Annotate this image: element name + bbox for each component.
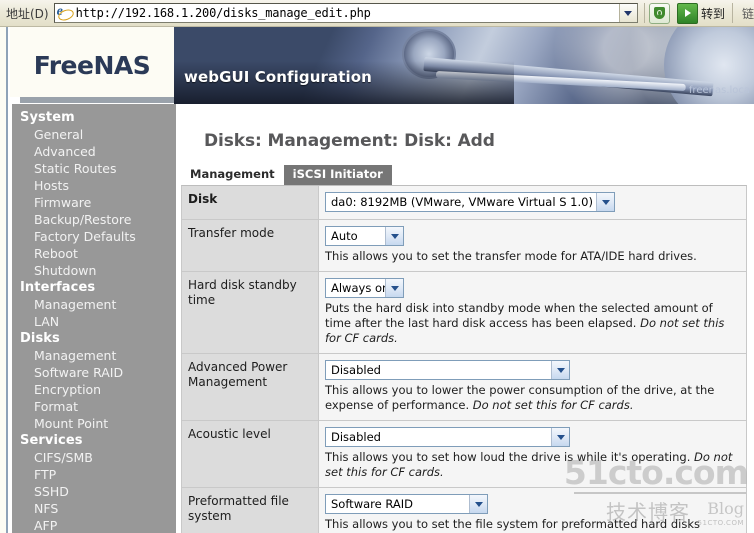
sidebar-group-services: Services (20, 433, 83, 448)
field-acoustic: Disabled This allows you to set how loud… (318, 420, 746, 488)
screen-root: 地址(D) e http://192.168.1.200/disks_manag… (0, 0, 754, 533)
apm-select-value: Disabled (331, 363, 381, 377)
label-transfer-mode: Transfer mode (182, 219, 319, 272)
sidebar-item-interfaces-management[interactable]: Management (12, 296, 176, 313)
sidebar-item-afp[interactable]: AFP (12, 517, 176, 533)
description-preformatted: This allows you to set the file system f… (325, 517, 726, 533)
sidebar-item-mount-point[interactable]: Mount Point (12, 415, 176, 432)
label-preformatted: Preformatted file system (182, 487, 319, 533)
sidebar-group-disks: Disks (20, 331, 60, 346)
sidebar-item-general[interactable]: General (12, 126, 176, 143)
sidebar-item-reboot[interactable]: Reboot (12, 245, 176, 262)
tab-management[interactable]: Management (181, 165, 284, 185)
address-bar-label: 地址(D) (6, 6, 49, 21)
transfer-mode-select[interactable]: Auto (325, 226, 404, 246)
banner-hostname: freenas.loca (688, 85, 750, 96)
sidebar-group-interfaces: Interfaces (20, 280, 96, 295)
chevron-down-icon (469, 495, 487, 513)
description-acoustic-text: This allows you to set how loud the driv… (325, 450, 691, 464)
sidebar-nav: System General Advanced Static Routes Ho… (12, 104, 176, 533)
sidebar-item-firmware[interactable]: Firmware (12, 194, 176, 211)
description-apm-warning: Do not set this for CF cards. (472, 398, 634, 412)
acoustic-select-value: Disabled (331, 430, 381, 444)
description-standby-time: Puts the hard disk into standby mode whe… (325, 301, 740, 346)
chevron-down-icon (551, 361, 569, 379)
sidebar-item-software-raid[interactable]: Software RAID (12, 364, 176, 381)
sidebar-item-cifs-smb[interactable]: CIFS/SMB (12, 449, 176, 466)
sidebar-item-nfs[interactable]: NFS (12, 500, 176, 517)
internet-explorer-icon: e (56, 4, 75, 23)
page-left-rail (0, 27, 8, 533)
sidebar-item-static-routes[interactable]: Static Routes (12, 160, 176, 177)
freenas-logo: FreeNAS (10, 27, 174, 97)
toolbar-divider (643, 3, 645, 23)
label-acoustic: Acoustic level (182, 420, 319, 488)
field-apm: Disabled This allows you to lower the po… (318, 353, 746, 421)
page-body: FreeNAS webGUI Configuration freenas.loc… (0, 27, 754, 533)
content-area: Disks: Management: Disk: Add Management … (176, 104, 754, 533)
sidebar-item-backup-restore[interactable]: Backup/Restore (12, 211, 176, 228)
sidebar-item-shutdown[interactable]: Shutdown (12, 262, 176, 279)
description-transfer-mode: This allows you to set the transfer mode… (325, 249, 697, 263)
standby-time-select-value: Always on (331, 281, 385, 295)
transfer-mode-select-value: Auto (331, 229, 358, 243)
banner-harddisk-image: webGUI Configuration freenas.loca (174, 27, 754, 104)
disk-add-form-table: Disk da0: 8192MB (VMware, VMware Virtual… (182, 186, 746, 533)
sidebar-item-sshd[interactable]: SSHD (12, 483, 176, 500)
tab-bar: Management iSCSI Initiator (176, 164, 754, 185)
sidebar-group-system: System (20, 110, 75, 125)
sidebar-item-format[interactable]: Format (12, 398, 176, 415)
apm-select[interactable]: Disabled (325, 360, 570, 380)
description-apm: This allows you to lower the power consu… (325, 383, 740, 413)
banner-title: webGUI Configuration (184, 68, 372, 86)
logo-underline (20, 97, 174, 103)
table-row-transfer-mode: Transfer mode Auto This allows you to se… (182, 219, 746, 272)
label-standby-time: Hard disk standby time (182, 271, 319, 354)
label-disk: Disk (182, 186, 319, 220)
preformatted-select-value: Software RAID (331, 497, 413, 511)
go-arrow-icon (676, 2, 698, 24)
chevron-down-icon (385, 279, 403, 297)
standby-time-select[interactable]: Always on (325, 278, 404, 298)
chevron-down-icon (385, 227, 403, 245)
sidebar-item-encryption[interactable]: Encryption (12, 381, 176, 398)
label-apm: Advanced Power Management (182, 353, 319, 421)
table-row-acoustic: Acoustic level Disabled This allows you … (182, 420, 746, 488)
sidebar-item-ftp[interactable]: FTP (12, 466, 176, 483)
sidebar-item-disks-management[interactable]: Management (12, 347, 176, 364)
links-toolbar-label[interactable]: 链 (737, 5, 754, 22)
preformatted-select[interactable]: Software RAID (325, 494, 488, 514)
sidebar-item-lan[interactable]: LAN (12, 313, 176, 330)
table-row-preformatted: Preformatted file system Software RAID T… (182, 487, 746, 533)
url-dropdown-icon[interactable] (618, 4, 637, 22)
field-preformatted: Software RAID This allows you to set the… (318, 487, 746, 533)
field-transfer-mode: Auto This allows you to set the transfer… (318, 219, 746, 272)
sidebar-item-factory-defaults[interactable]: Factory Defaults (12, 228, 176, 245)
security-shield-icon[interactable] (648, 2, 670, 24)
go-button[interactable]: 转到 (674, 2, 728, 24)
url-input[interactable]: e http://192.168.1.200/disks_manage_edit… (53, 3, 638, 23)
field-standby-time: Always on Puts the hard disk into standb… (318, 271, 746, 354)
browser-address-bar: 地址(D) e http://192.168.1.200/disks_manag… (0, 0, 754, 27)
site-banner: FreeNAS webGUI Configuration freenas.loc… (10, 27, 754, 104)
disk-select-value: da0: 8192MB (VMware, VMware Virtual S 1.… (331, 195, 593, 209)
acoustic-select[interactable]: Disabled (325, 427, 570, 447)
freenas-logo-text: FreeNAS (33, 50, 151, 80)
table-row-disk: Disk da0: 8192MB (VMware, VMware Virtual… (182, 186, 746, 220)
sidebar-item-advanced[interactable]: Advanced (12, 143, 176, 160)
disk-select[interactable]: da0: 8192MB (VMware, VMware Virtual S 1.… (325, 192, 615, 212)
page-title: Disks: Management: Disk: Add (204, 131, 495, 151)
chevron-down-icon (551, 428, 569, 446)
toolbar-divider-2 (732, 3, 733, 23)
url-text: http://192.168.1.200/disks_manage_edit.p… (75, 6, 371, 20)
sidebar-item-hosts[interactable]: Hosts (12, 177, 176, 194)
chevron-down-icon (596, 193, 614, 211)
table-row-standby-time: Hard disk standby time Always on Puts th… (182, 271, 746, 354)
field-disk: da0: 8192MB (VMware, VMware Virtual S 1.… (318, 186, 746, 220)
tab-iscsi-initiator[interactable]: iSCSI Initiator (283, 165, 392, 185)
go-button-label: 转到 (700, 6, 725, 21)
description-acoustic: This allows you to set how loud the driv… (325, 450, 740, 480)
table-row-apm: Advanced Power Management Disabled This … (182, 353, 746, 421)
disk-add-form: Disk da0: 8192MB (VMware, VMware Virtual… (181, 185, 747, 533)
